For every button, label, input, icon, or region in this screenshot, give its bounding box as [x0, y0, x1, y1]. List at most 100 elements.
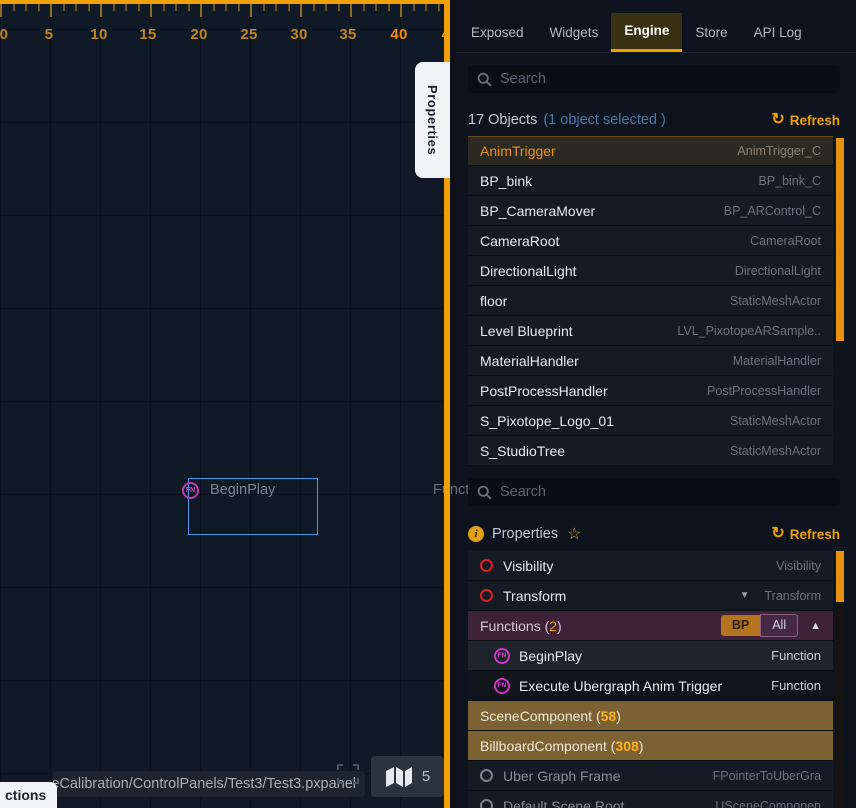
object-row[interactable]: floorStaticMeshActor	[468, 286, 833, 316]
objects-scrollbar[interactable]	[836, 138, 844, 341]
node-label[interactable]: BeginPlay	[210, 482, 275, 498]
circle-icon	[480, 799, 493, 808]
ruler-label: 15	[139, 26, 156, 43]
chevron-down-icon[interactable]: ▼	[740, 590, 750, 601]
ruler-tick	[375, 4, 377, 11]
corner-tab-button[interactable]: ctions	[0, 782, 57, 808]
ruler-tick	[250, 4, 252, 17]
properties-list: VisibilityVisibilityTransform▼TransformF…	[468, 551, 844, 808]
object-row[interactable]: BP_binkBP_bink_C	[468, 166, 833, 196]
function-row[interactable]: FN BeginPlay Function	[468, 641, 833, 671]
object-row[interactable]: PostProcessHandlerPostProcessHandler	[468, 376, 833, 406]
property-name: Default Scene Root	[503, 798, 624, 808]
properties-refresh-button[interactable]: ↻ Refresh	[771, 526, 840, 542]
property-row[interactable]: VisibilityVisibility	[468, 551, 833, 581]
circle-icon	[480, 769, 493, 782]
object-name: AnimTrigger	[480, 143, 556, 159]
object-row[interactable]: BP_CameraMoverBP_ARControl_C	[468, 196, 833, 226]
object-row[interactable]: MaterialHandlerMaterialHandler	[468, 346, 833, 376]
properties-search[interactable]	[468, 478, 840, 506]
property-row[interactable]: Transform▼Transform	[468, 581, 833, 611]
tab-widgets[interactable]: Widgets	[537, 13, 612, 52]
fit-view-icon[interactable]	[337, 764, 359, 784]
object-row[interactable]: Level Blueprint LVL_PixotopeARSample..	[468, 316, 833, 346]
tab-exposed[interactable]: Exposed	[458, 13, 537, 52]
object-row[interactable]: S_Pixotope_Logo_01StaticMeshActor	[468, 406, 833, 436]
tab-engine[interactable]: Engine	[611, 13, 682, 52]
ruler-tick	[100, 4, 102, 17]
object-name: PostProcessHandler	[480, 383, 608, 399]
minimap-button[interactable]: 5	[371, 756, 444, 797]
objects-refresh-button[interactable]: ↻ Refresh	[771, 112, 840, 128]
favorite-star-icon[interactable]: ☆	[567, 524, 581, 544]
ruler-tick	[200, 4, 202, 17]
function-icon: FN	[494, 648, 510, 664]
function-name: BeginPlay	[519, 648, 582, 664]
object-type: StaticMeshActor	[722, 294, 821, 308]
property-row[interactable]: Default Scene Root USceneComponen	[468, 791, 833, 808]
ruler-tick	[0, 4, 2, 17]
ruler-label: 25	[240, 26, 257, 43]
ruler-tick	[213, 4, 215, 11]
ruler-tick	[150, 4, 152, 17]
function-row[interactable]: FNExecute Ubergraph Anim TriggerFunction	[468, 671, 833, 701]
function-name: Execute Ubergraph Anim Trigger	[519, 678, 722, 694]
objects-search-input[interactable]	[500, 71, 831, 87]
object-row[interactable]: CameraRootCameraRoot	[468, 226, 833, 256]
ruler-tick	[313, 4, 315, 11]
properties-title: Properties	[492, 526, 558, 542]
function-type: Function	[763, 648, 821, 663]
component-group-header[interactable]: SceneComponent (58)	[468, 701, 833, 731]
info-icon[interactable]: i	[468, 526, 484, 542]
tab-api-log[interactable]: API Log	[741, 13, 815, 52]
bp-filter-button[interactable]: BP	[721, 615, 760, 636]
functions-group-header[interactable]: Functions (2) BPAll ▲	[468, 611, 833, 641]
object-name: S_StudioTree	[480, 443, 565, 459]
ruler-tick	[63, 4, 65, 11]
ruler-tick	[163, 4, 165, 11]
ruler-tick	[350, 4, 352, 17]
ruler-tick	[438, 4, 440, 11]
panel-path: peCalibration/ControlPanels/Test3/Test3.…	[53, 771, 365, 797]
object-type: LVL_PixotopeARSample..	[669, 324, 821, 338]
chevron-up-icon[interactable]: ▲	[810, 620, 821, 632]
ruler-label: 0	[0, 26, 8, 43]
graph-canvas[interactable]: 05101520253035404 FN BeginPlay peCalibra…	[0, 0, 450, 808]
property-row[interactable]: Uber Graph FrameFPointerToUberGra	[468, 761, 833, 791]
objects-count: 17 Objects	[468, 112, 537, 128]
properties-side-tab[interactable]: Properties	[415, 62, 450, 178]
object-row[interactable]: DirectionalLightDirectionalLight	[468, 256, 833, 286]
ruler-tick	[188, 4, 190, 11]
ruler-tick	[50, 4, 52, 17]
ruler-label: 35	[339, 26, 356, 43]
object-row[interactable]: S_StudioTreeStaticMeshActor	[468, 436, 833, 466]
component-group-header[interactable]: BillboardComponent (308)	[468, 731, 833, 761]
ruler-tick	[75, 4, 77, 11]
object-type: AnimTrigger_C	[729, 144, 821, 158]
all-filter-button[interactable]: All	[760, 614, 798, 637]
objects-search[interactable]	[468, 65, 840, 93]
properties-search-input[interactable]	[500, 484, 831, 500]
properties-scrollbar[interactable]	[836, 551, 844, 602]
search-icon	[477, 72, 492, 87]
object-name: Level Blueprint	[480, 323, 573, 339]
function-icon: FN	[182, 482, 199, 499]
ruler-tick	[425, 4, 427, 11]
tab-store[interactable]: Store	[682, 13, 740, 52]
property-name: Visibility	[503, 558, 553, 574]
ruler-tick	[325, 4, 327, 11]
map-count: 5	[422, 768, 430, 785]
objects-list: AnimTrigger AnimTrigger_C BP_binkBP_bink_C…	[468, 136, 844, 466]
ruler-tick	[25, 4, 27, 11]
property-type: USceneComponen	[707, 799, 821, 808]
object-type: StaticMeshActor	[722, 414, 821, 428]
group-name: Functions (2)	[480, 618, 562, 634]
ruler-tick	[288, 4, 290, 11]
function-type: Function	[763, 678, 821, 693]
ruler-tick	[13, 4, 15, 11]
ruler-label: 20	[190, 26, 207, 43]
object-row[interactable]: AnimTrigger AnimTrigger_C	[468, 136, 833, 166]
objects-selected-count: (1 object selected )	[543, 112, 666, 128]
bp-all-toggle: BPAll	[721, 614, 798, 637]
object-name: MaterialHandler	[480, 353, 579, 369]
